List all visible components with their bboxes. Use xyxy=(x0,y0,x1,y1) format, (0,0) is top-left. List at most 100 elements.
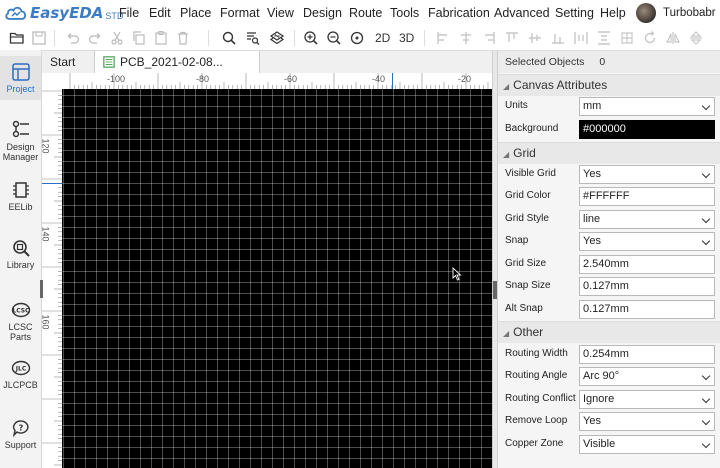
distribute-horizontal-icon xyxy=(574,32,588,44)
copper-zone-select[interactable]: Visible xyxy=(579,435,715,454)
mouse-pointer-icon xyxy=(452,267,462,281)
align-top-icon xyxy=(506,32,518,42)
background-color-field[interactable]: #000000 xyxy=(579,120,715,139)
snap-select[interactable]: Yes xyxy=(579,232,715,251)
view-3d-button[interactable]: 3D xyxy=(399,26,414,50)
horizontal-ruler[interactable]: -100 -80 -60 -40 -20 xyxy=(62,73,492,90)
sidebar-item-label: LCSC Parts xyxy=(8,322,33,342)
section-canvas-attributes[interactable]: ◢ Canvas Attributes xyxy=(498,74,720,96)
vertical-ruler[interactable]: 120 140 160 xyxy=(42,89,63,468)
menu-format[interactable]: Format xyxy=(220,0,260,26)
user-menu[interactable]: Turbobabr ▼ xyxy=(636,2,720,24)
grid-size-input[interactable]: 2.540mm xyxy=(579,255,715,274)
grid-style-select[interactable]: line xyxy=(579,210,715,229)
grid-color-field[interactable]: #FFFFFF xyxy=(579,187,715,206)
app-logo[interactable]: EasyEDA STD xyxy=(4,2,123,24)
menu-file[interactable]: File xyxy=(119,0,139,26)
snap-size-input[interactable]: 0.127mm xyxy=(579,277,715,296)
sidebar-item-project[interactable]: Project xyxy=(0,56,41,100)
menu-route[interactable]: Route xyxy=(349,0,382,26)
delete-button[interactable] xyxy=(172,26,194,50)
view-2d-button[interactable]: 2D xyxy=(375,26,390,50)
ruler-label: 160 xyxy=(42,314,51,330)
zoom-out-button[interactable] xyxy=(323,26,345,50)
align-bottom-button[interactable] xyxy=(547,26,569,50)
redo-button[interactable] xyxy=(84,26,106,50)
library-search-icon xyxy=(12,240,30,257)
menu-advanced[interactable]: Advanced xyxy=(494,0,550,26)
copy-button[interactable] xyxy=(128,26,150,50)
sidebar-item-lcsc-parts[interactable]: LCSC LCSC Parts xyxy=(0,300,41,342)
align-middle-icon xyxy=(529,33,541,43)
menu-design[interactable]: Design xyxy=(303,0,342,26)
find-text-button[interactable] xyxy=(242,26,264,50)
layers-button[interactable] xyxy=(266,26,288,50)
sidebar-item-label: EELib xyxy=(8,202,33,212)
menu-view[interactable]: View xyxy=(267,0,294,26)
sidebar-item-jlcpcb[interactable]: JLC JLCPCB xyxy=(0,358,41,390)
section-other[interactable]: ◢ Other xyxy=(498,321,720,343)
paste-button[interactable] xyxy=(150,26,172,50)
rotate-button[interactable] xyxy=(639,26,661,50)
cut-button[interactable] xyxy=(106,26,128,50)
visible-grid-select[interactable]: Yes xyxy=(579,165,715,184)
selected-objects-label: Selected Objects xyxy=(505,56,585,68)
save-button[interactable] xyxy=(28,26,50,50)
sidebar-item-design-manager[interactable]: Design Manager xyxy=(0,120,41,162)
fit-view-icon xyxy=(350,31,364,45)
routing-conflict-label: Routing Conflict xyxy=(505,393,576,404)
horizontal-ruler-ticks xyxy=(69,73,489,89)
pcb-canvas[interactable] xyxy=(62,89,492,468)
undo-button[interactable] xyxy=(62,26,84,50)
align-middle-button[interactable] xyxy=(524,26,546,50)
properties-panel: Selected Objects 0 ◢ Canvas Attributes Un… xyxy=(497,51,720,468)
flip-button[interactable] xyxy=(662,26,684,50)
rotate-icon xyxy=(644,31,656,44)
routing-width-input[interactable]: 0.254mm xyxy=(579,345,715,364)
search-button[interactable] xyxy=(218,26,240,50)
units-label: Units xyxy=(505,100,528,111)
remove-loop-select[interactable]: Yes xyxy=(579,412,715,431)
align-left-button[interactable] xyxy=(432,26,454,50)
align-grid-button[interactable] xyxy=(616,26,638,50)
sidebar-item-library[interactable]: Library xyxy=(0,238,41,270)
sidebar-item-eelib[interactable]: EELib xyxy=(0,180,41,212)
routing-conflict-select[interactable]: Ignore xyxy=(579,390,715,409)
fit-view-button[interactable] xyxy=(346,26,368,50)
mirror-button[interactable] xyxy=(685,26,707,50)
paste-icon xyxy=(155,31,167,45)
menu-help[interactable]: Help xyxy=(600,0,626,26)
menu-edit[interactable]: Edit xyxy=(149,0,171,26)
project-icon xyxy=(11,63,30,81)
zoom-in-button[interactable] xyxy=(300,26,322,50)
open-folder-button[interactable] xyxy=(6,26,28,50)
distribute-vertical-button[interactable] xyxy=(593,26,615,50)
sidebar-collapse-handle[interactable] xyxy=(40,280,43,298)
avatar xyxy=(636,3,656,23)
toolbar-divider xyxy=(54,30,55,46)
align-center-button[interactable] xyxy=(455,26,477,50)
tab-label: PCB_2021-02-08... xyxy=(120,55,223,69)
text-search-icon xyxy=(247,32,260,45)
snap-label: Snap xyxy=(505,235,529,246)
section-grid[interactable]: ◢ Grid xyxy=(498,142,720,164)
sidebar-item-support[interactable]: ? Support xyxy=(0,418,41,450)
grid-size-label: Grid Size xyxy=(505,258,547,269)
flip-icon xyxy=(666,32,680,44)
trash-icon xyxy=(178,31,188,45)
menu-tools[interactable]: Tools xyxy=(390,0,419,26)
menu-fabrication[interactable]: Fabrication xyxy=(428,0,490,26)
routing-angle-select[interactable]: Arc 90° xyxy=(579,367,715,386)
menubar: EasyEDA STD File Edit Place Format View … xyxy=(0,0,720,26)
tab-pcb[interactable]: PCB_2021-02-08... xyxy=(94,51,260,73)
align-right-button[interactable] xyxy=(478,26,500,50)
distribute-horizontal-button[interactable] xyxy=(570,26,592,50)
design-manager-icon xyxy=(12,120,29,138)
units-select[interactable]: mm xyxy=(579,97,715,116)
tab-start[interactable]: Start xyxy=(42,51,94,73)
alt-snap-label: Alt Snap xyxy=(505,303,543,314)
alt-snap-input[interactable]: 0.127mm xyxy=(579,300,715,319)
align-top-button[interactable] xyxy=(501,26,523,50)
menu-place[interactable]: Place xyxy=(180,0,211,26)
menu-setting[interactable]: Setting xyxy=(555,0,594,26)
